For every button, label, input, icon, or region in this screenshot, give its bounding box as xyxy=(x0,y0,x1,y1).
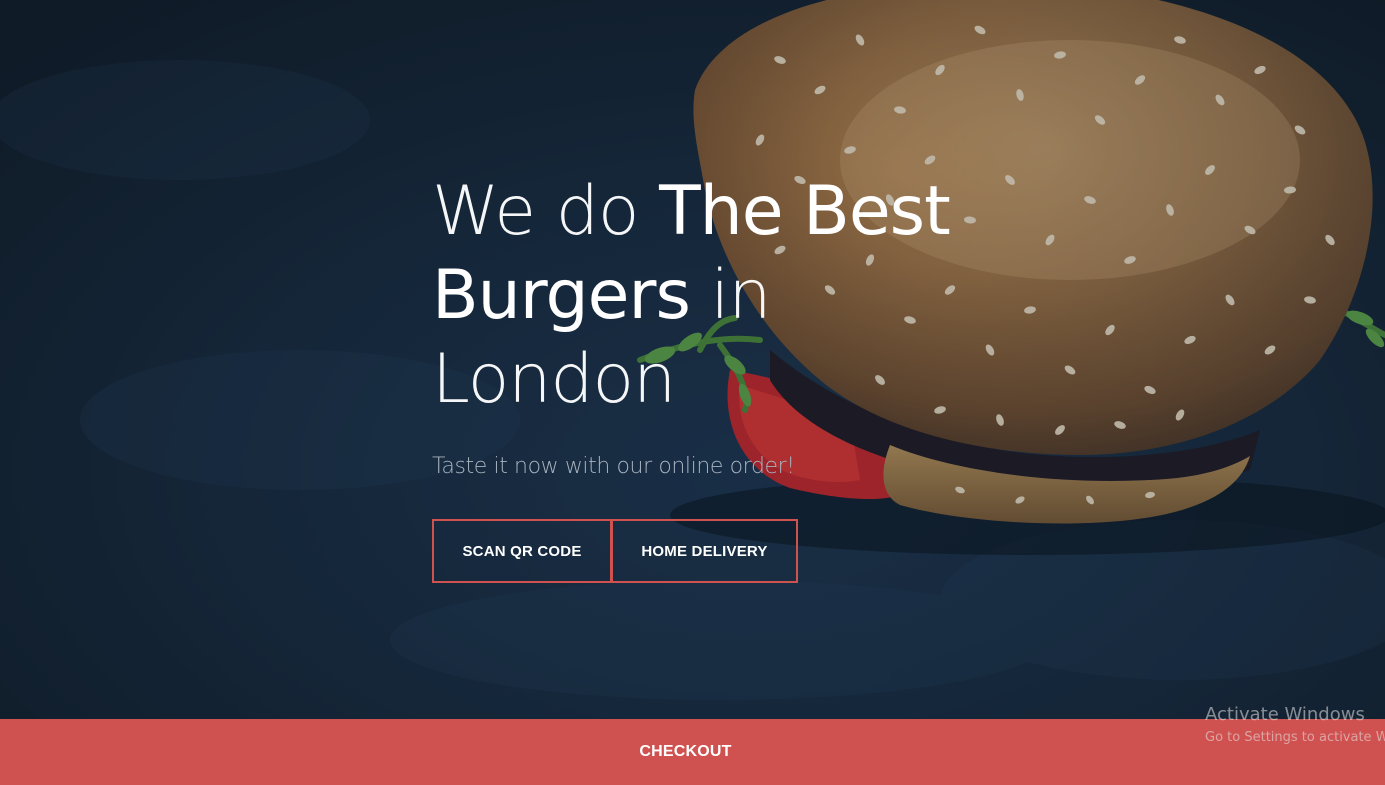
hero-section: We do The Best Burgers in London Taste i… xyxy=(432,170,1072,583)
headline-part-3: Burgers xyxy=(432,256,691,335)
headline-part-1: We do xyxy=(432,172,660,251)
hero-headline: We do The Best Burgers in London xyxy=(432,170,1072,422)
home-delivery-button[interactable]: Home Delivery xyxy=(611,519,798,583)
headline-part-4: in xyxy=(689,256,772,335)
checkout-label: Checkout xyxy=(639,743,732,760)
cta-button-group: Scan QR Code Home Delivery xyxy=(432,519,1072,583)
headline-part-5: London xyxy=(432,340,676,419)
headline-part-2: The Best xyxy=(659,172,951,251)
checkout-button[interactable]: Checkout xyxy=(0,719,1385,785)
landing-page: We do The Best Burgers in London Taste i… xyxy=(0,0,1385,785)
scan-qr-code-button[interactable]: Scan QR Code xyxy=(432,519,612,583)
hero-tagline: Taste it now with our online order! xyxy=(432,454,795,479)
